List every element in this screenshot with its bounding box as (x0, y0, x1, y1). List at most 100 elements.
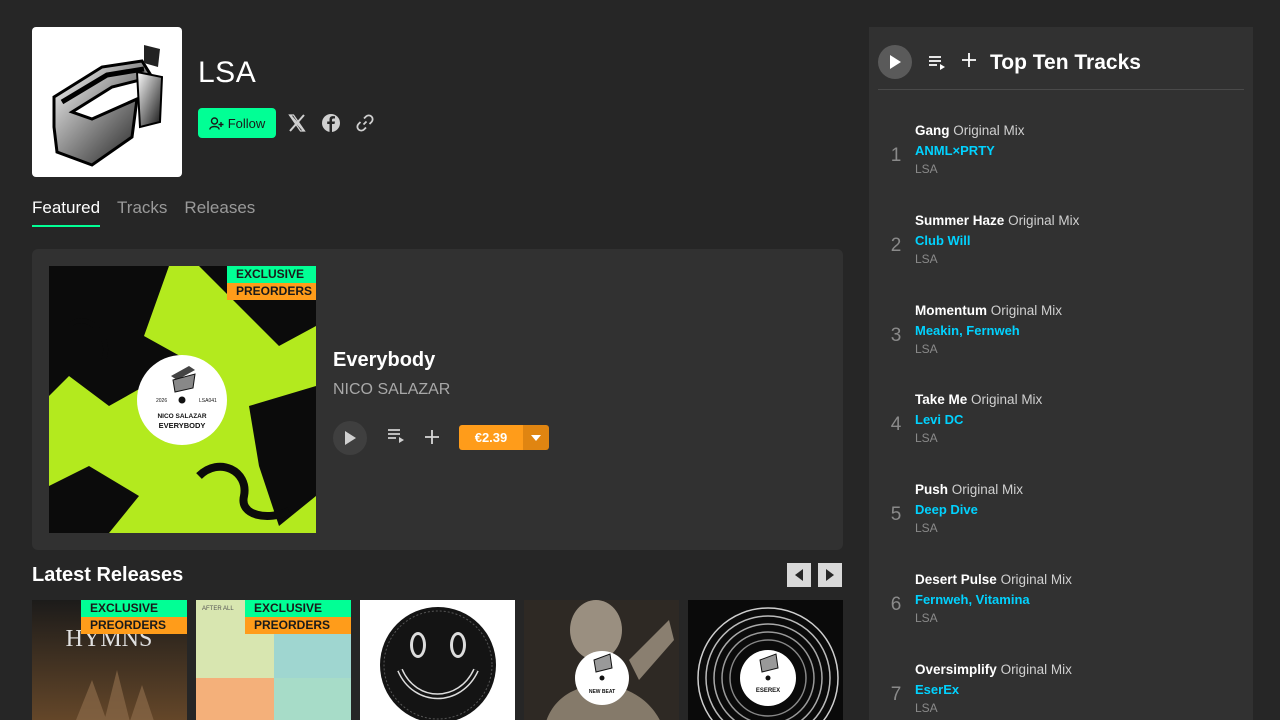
track-artist[interactable]: EserEx (915, 682, 959, 697)
top-tracks-title: Top Ten Tracks (990, 51, 1141, 74)
plus-icon (425, 430, 439, 444)
x-icon[interactable] (287, 113, 307, 133)
tab-releases[interactable]: Releases (184, 198, 255, 227)
add-all-button[interactable] (961, 49, 977, 73)
follow-label: Follow (227, 115, 266, 131)
latest-releases-title: Latest Releases (32, 564, 184, 586)
track-row[interactable]: 3 Momentum Original Mix Meakin, Fernweh … (869, 303, 1253, 381)
queue-icon (929, 56, 945, 70)
track-artist[interactable]: Club Will (915, 233, 971, 248)
label-name: LSA (198, 56, 257, 89)
track-mix: Original Mix (1008, 213, 1080, 228)
play-button[interactable] (333, 421, 367, 455)
track-label[interactable]: LSA (915, 701, 938, 715)
track-label[interactable]: LSA (915, 611, 938, 625)
track-title[interactable]: Push (915, 482, 948, 497)
track-artist[interactable]: Levi DC (915, 412, 963, 427)
art-catalog: LSA041 (199, 398, 217, 404)
price-options-button[interactable] (523, 425, 549, 450)
carousel-next-button[interactable] (818, 563, 842, 587)
release-art-text: ESEREX (756, 688, 780, 694)
track-title-line[interactable]: Desert Pulse Original Mix (915, 572, 1072, 587)
queue-all-button[interactable] (928, 55, 946, 76)
tab-bar: Featured Tracks Releases (32, 198, 255, 227)
track-number: 5 (890, 504, 902, 525)
release-card[interactable]: NEW BEAT (524, 600, 679, 720)
release-art-text: NEW BEAT (589, 689, 615, 695)
preorders-badge: PREORDERS (81, 617, 187, 634)
track-row[interactable]: 2 Summer Haze Original Mix Club Will LSA (869, 213, 1253, 291)
follow-button[interactable]: Follow (198, 108, 276, 138)
track-title[interactable]: Gang (915, 123, 950, 138)
track-title[interactable]: Oversimplify (915, 662, 997, 677)
add-to-queue-button[interactable] (387, 428, 405, 449)
track-row[interactable]: 6 Desert Pulse Original Mix Fernweh, Vit… (869, 572, 1253, 650)
track-artist[interactable]: Fernweh, Vitamina (915, 592, 1030, 607)
release-card[interactable]: ESEREX (688, 600, 843, 720)
divider (878, 89, 1244, 90)
add-user-icon (208, 116, 224, 130)
track-row[interactable]: 4 Take Me Original Mix Levi DC LSA (869, 392, 1253, 470)
preorders-badge: PREORDERS (227, 283, 316, 300)
track-title-line[interactable]: Gang Original Mix (915, 123, 1025, 138)
release-card[interactable] (360, 600, 515, 720)
track-title-line[interactable]: Oversimplify Original Mix (915, 662, 1072, 677)
chevron-right-icon (826, 569, 834, 581)
track-number: 1 (890, 145, 902, 166)
track-title-line[interactable]: Push Original Mix (915, 482, 1023, 497)
price-label[interactable]: €2.39 (459, 425, 523, 450)
play-icon (890, 55, 901, 69)
track-mix: Original Mix (971, 392, 1043, 407)
track-number: 2 (890, 235, 902, 256)
track-title-line[interactable]: Momentum Original Mix (915, 303, 1062, 318)
featured-title[interactable]: Everybody (333, 349, 435, 372)
release-card[interactable]: AFTER ALL EXCLUSIVE PREORDERS (196, 600, 351, 720)
art-year: 2026 (156, 398, 167, 404)
plus-icon (962, 53, 976, 67)
preorders-badge: PREORDERS (245, 617, 351, 634)
track-mix: Original Mix (990, 303, 1063, 318)
add-to-playlist-button[interactable] (424, 426, 440, 450)
link-icon[interactable] (355, 113, 375, 133)
track-mix: Original Mix (951, 482, 1024, 497)
buy-button[interactable]: €2.39 (459, 425, 549, 450)
exclusive-badge: EXCLUSIVE (245, 600, 351, 617)
track-title[interactable]: Take Me (915, 392, 967, 407)
track-label[interactable]: LSA (915, 431, 938, 445)
track-title[interactable]: Summer Haze (915, 213, 1004, 228)
track-label[interactable]: LSA (915, 521, 938, 535)
track-row[interactable]: 5 Push Original Mix Deep Dive LSA (869, 482, 1253, 560)
track-label[interactable]: LSA (915, 162, 938, 176)
track-mix: Original Mix (1000, 572, 1072, 587)
track-mix: Original Mix (1000, 662, 1072, 677)
track-artist[interactable]: ANML×PRTY (915, 143, 995, 158)
track-number: 7 (890, 684, 902, 705)
exclusive-badge: EXCLUSIVE (81, 600, 187, 617)
play-all-button[interactable] (878, 45, 912, 79)
featured-artist[interactable]: NICO SALAZAR (333, 381, 450, 399)
art-title: EVERYBODY (159, 421, 206, 430)
exclusive-badge: EXCLUSIVE (227, 266, 316, 283)
chevron-down-icon (531, 434, 541, 441)
art-artist: NICO SALAZAR (157, 413, 206, 420)
tab-featured[interactable]: Featured (32, 198, 101, 227)
carousel-prev-button[interactable] (787, 563, 811, 587)
track-title-line[interactable]: Take Me Original Mix (915, 392, 1042, 407)
featured-release-card: 2026 LSA041 NICO SALAZAR EVERYBODY EXCLU… (32, 249, 843, 550)
release-card[interactable]: HYMNS EXCLUSIVE PREORDERS (32, 600, 187, 720)
tab-tracks[interactable]: Tracks (117, 198, 167, 227)
featured-artwork[interactable]: 2026 LSA041 NICO SALAZAR EVERYBODY EXCLU… (49, 266, 316, 533)
track-label[interactable]: LSA (915, 252, 938, 266)
track-row[interactable]: 7 Oversimplify Original Mix EserEx LSA (869, 662, 1253, 720)
track-artist[interactable]: Meakin, Fernweh (915, 323, 1020, 338)
track-title[interactable]: Desert Pulse (915, 572, 997, 587)
track-artist[interactable]: Deep Dive (915, 502, 978, 517)
top-tracks-panel: Top Ten Tracks 1 Gang Original Mix ANML×… (869, 27, 1253, 720)
facebook-icon[interactable] (321, 113, 341, 133)
track-number: 4 (890, 414, 902, 435)
track-title[interactable]: Momentum (915, 303, 987, 318)
track-title-line[interactable]: Summer Haze Original Mix (915, 213, 1079, 228)
track-number: 6 (890, 594, 902, 615)
track-label[interactable]: LSA (915, 342, 938, 356)
track-row[interactable]: 1 Gang Original Mix ANML×PRTY LSA (869, 123, 1253, 201)
